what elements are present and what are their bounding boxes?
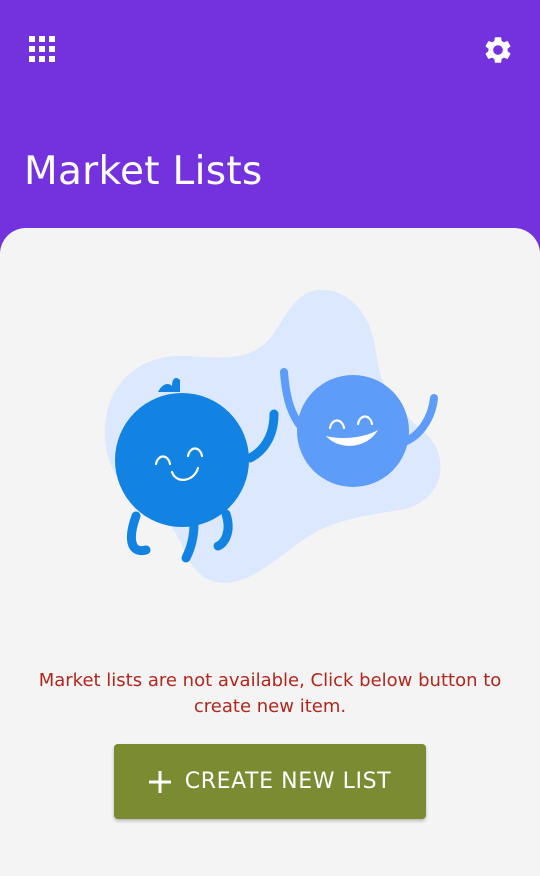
market-lists-screen: Market Lists Market lists are not availa… — [0, 0, 540, 876]
happy-characters-illustration — [104, 289, 441, 583]
plus-icon — [148, 770, 171, 793]
page-title: Market Lists — [24, 149, 263, 194]
top-app-bar — [0, 0, 540, 96]
content-panel: Market lists are not available, Click be… — [0, 228, 540, 876]
grid-apps-icon — [29, 36, 55, 62]
settings-button[interactable] — [476, 28, 520, 72]
create-new-list-button[interactable]: CREATE NEW LIST — [114, 744, 426, 819]
gear-icon — [485, 37, 511, 63]
create-new-list-label: CREATE NEW LIST — [184, 769, 392, 794]
empty-state-message: Market lists are not available, Click be… — [38, 670, 502, 717]
apps-menu-button[interactable] — [22, 29, 62, 69]
